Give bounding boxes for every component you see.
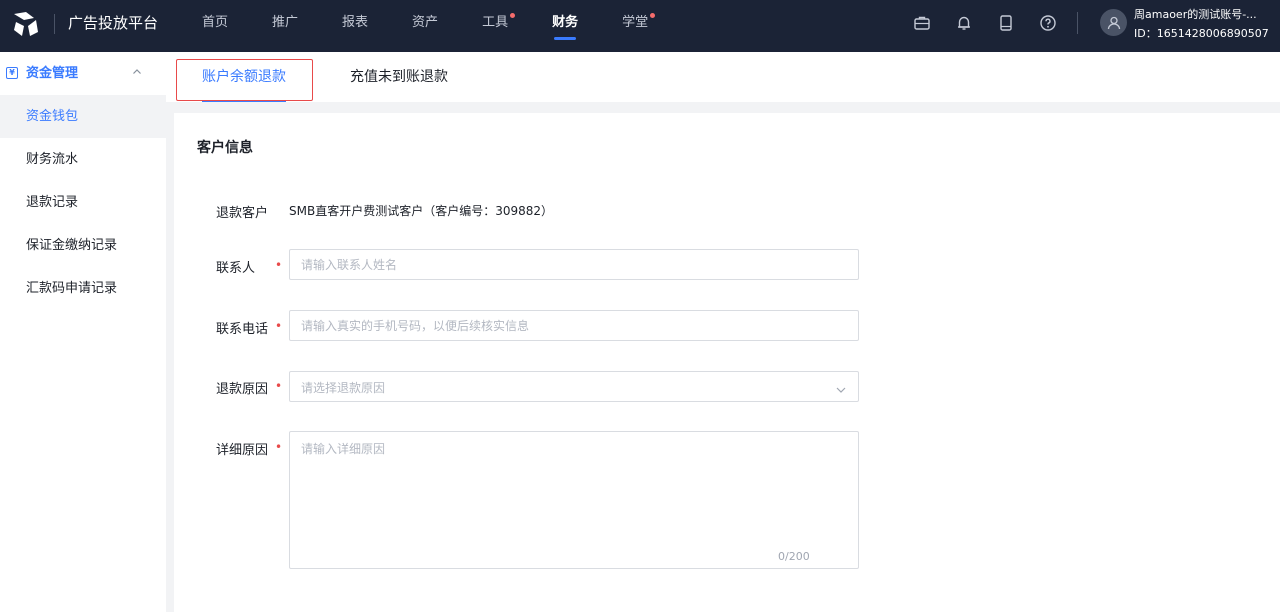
tab-recharge-not-received-refund[interactable]: 充值未到账退款 <box>350 52 448 102</box>
nav-item-5[interactable]: 财务 <box>530 0 600 46</box>
required-mark: • <box>275 379 283 393</box>
nav-item-2[interactable]: 报表 <box>320 0 390 46</box>
phone-label: 联系电话 <box>216 322 269 337</box>
tab-label: 充值未到账退款 <box>350 69 448 85</box>
chevron-down-icon <box>835 381 847 400</box>
section-title: 客户信息 <box>197 140 253 156</box>
chevron-up-icon <box>132 52 142 95</box>
tab-bar: 账户余额退款 充值未到账退款 <box>166 52 1280 102</box>
user-divider <box>1077 12 1078 34</box>
contact-name-input[interactable] <box>289 249 859 280</box>
sidebar-item-4[interactable]: 汇款码申请记录 <box>0 267 166 310</box>
notification-dot <box>510 13 516 18</box>
user-icon <box>1107 16 1120 29</box>
nav-item-0[interactable]: 首页 <box>180 0 250 46</box>
tab-highlight-box <box>176 59 313 101</box>
top-navigation-bar: 广告投放平台 首页 推广 报表 资产 工具 财务 学堂 周amaoer的测试账号-... I… <box>0 0 1280 52</box>
nav-item-3[interactable]: 资产 <box>390 0 460 46</box>
nav-item-label: 报表 <box>342 15 369 30</box>
contact-label: 联系人 <box>216 261 256 276</box>
nav-item-1[interactable]: 推广 <box>250 0 320 46</box>
nav-item-label: 财务 <box>552 15 579 30</box>
top-icon-group <box>908 0 1076 46</box>
tablet-icon[interactable] <box>992 9 1020 37</box>
logo-icon[interactable] <box>10 8 42 40</box>
nav-item-label: 学堂 <box>622 15 649 30</box>
reason-label: 退款原因 <box>216 382 269 397</box>
character-counter: 0/200 <box>778 550 810 563</box>
detail-reason-textarea[interactable] <box>289 431 859 569</box>
nav-item-label: 首页 <box>202 15 229 30</box>
nav-item-label: 资产 <box>412 15 439 30</box>
notification-dot <box>650 13 656 18</box>
sidebar-item-2[interactable]: 退款记录 <box>0 181 166 224</box>
sidebar-group-label: 资金管理 <box>26 66 79 81</box>
refund-reason-select[interactable]: 请选择退款原因 <box>289 371 859 402</box>
sidebar-item-1[interactable]: 财务流水 <box>0 138 166 181</box>
nav-active-underline <box>554 37 577 40</box>
required-mark: • <box>275 440 283 454</box>
required-mark: • <box>275 258 283 272</box>
sidebar: ¥ 资金管理 资金钱包 财务流水 退款记录 保证金缴纳记录 汇款码申请记录 <box>0 52 166 612</box>
user-name[interactable]: 周amaoer的测试账号-... <box>1134 6 1274 22</box>
required-mark: • <box>275 319 283 333</box>
main-nav: 首页 推广 报表 资产 工具 财务 学堂 <box>180 0 670 52</box>
nav-item-4[interactable]: 工具 <box>460 0 530 46</box>
select-placeholder: 请选择退款原因 <box>301 381 386 395</box>
phone-input[interactable] <box>289 310 859 341</box>
avatar[interactable] <box>1100 9 1127 36</box>
bell-icon[interactable] <box>950 9 978 37</box>
help-icon[interactable] <box>1034 9 1062 37</box>
sidebar-item-0[interactable]: 资金钱包 <box>0 95 166 138</box>
yen-icon: ¥ <box>6 67 18 79</box>
brand-title: 广告投放平台 <box>68 14 159 32</box>
customer-info-panel: 客户信息 退款客户 SMB直客开户费测试客户（客户编号：309882） 联系人 … <box>174 113 1280 612</box>
sidebar-item-3[interactable]: 保证金缴纳记录 <box>0 224 166 267</box>
user-id: ID：1651428006890507 <box>1134 27 1269 40</box>
sidebar-group-fund-management[interactable]: ¥ 资金管理 <box>0 52 166 95</box>
detail-label: 详细原因 <box>216 443 269 458</box>
logo-divider <box>54 14 55 34</box>
nav-item-label: 推广 <box>272 15 299 30</box>
nav-item-6[interactable]: 学堂 <box>600 0 670 46</box>
customer-value: SMB直客开户费测试客户（客户编号：309882） <box>289 204 554 218</box>
nav-item-label: 工具 <box>482 15 509 30</box>
briefcase-icon[interactable] <box>908 9 936 37</box>
customer-label: 退款客户 <box>216 206 269 221</box>
